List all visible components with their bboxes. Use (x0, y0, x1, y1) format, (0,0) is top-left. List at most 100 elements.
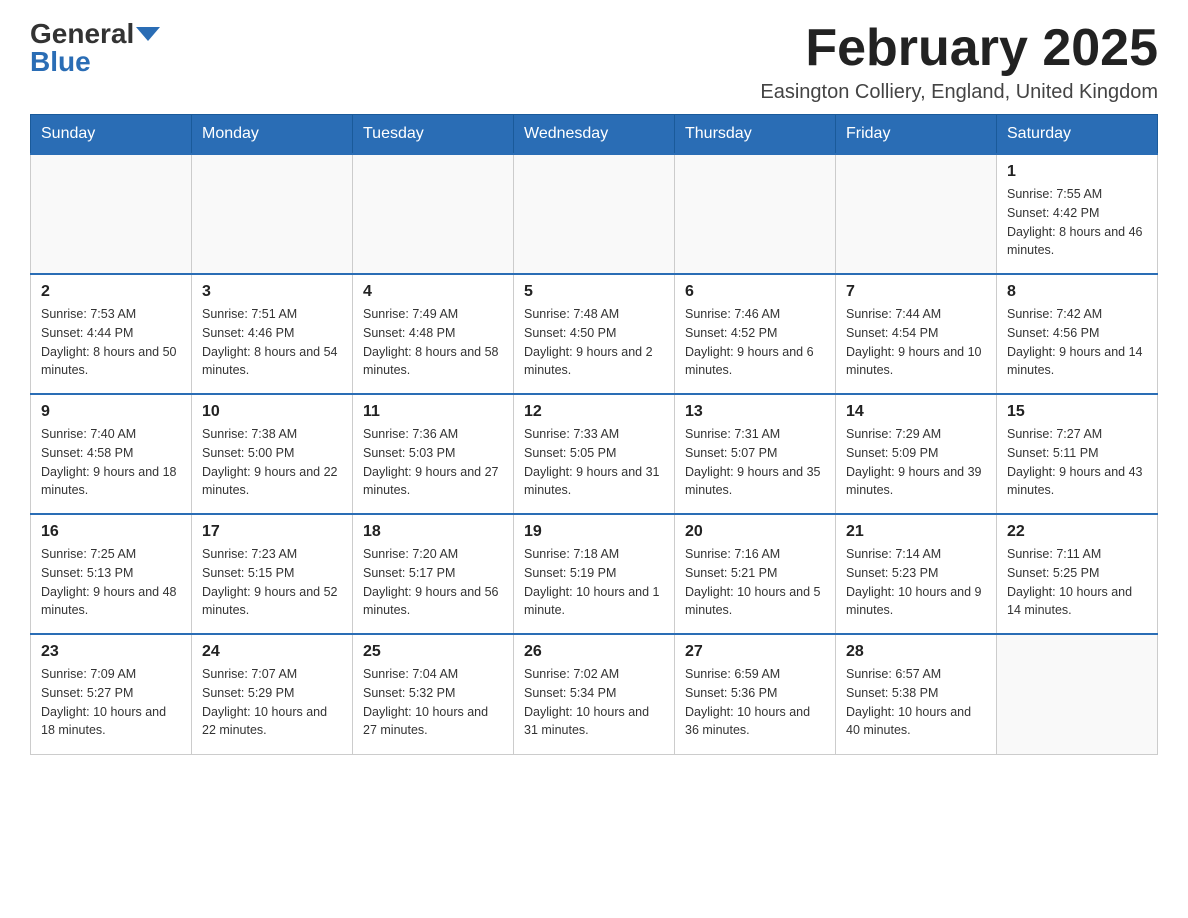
day-number: 23 (41, 643, 181, 661)
day-number: 19 (524, 523, 664, 541)
calendar-cell: 19 Sunrise: 7:18 AMSunset: 5:19 PMDayligh… (514, 514, 675, 634)
day-number: 28 (846, 643, 986, 661)
day-info: Sunrise: 7:14 AMSunset: 5:23 PMDaylight:… (846, 545, 986, 620)
day-info: Sunrise: 7:55 AMSunset: 4:42 PMDaylight:… (1007, 185, 1147, 260)
day-number: 1 (1007, 163, 1147, 181)
day-info: Sunrise: 7:09 AMSunset: 5:27 PMDaylight:… (41, 665, 181, 740)
logo-general: General (30, 20, 134, 48)
day-number: 12 (524, 403, 664, 421)
day-info: Sunrise: 7:40 AMSunset: 4:58 PMDaylight:… (41, 425, 181, 500)
calendar-week-3: 9 Sunrise: 7:40 AMSunset: 4:58 PMDaylight… (31, 394, 1158, 514)
calendar-week-5: 23 Sunrise: 7:09 AMSunset: 5:27 PMDayligh… (31, 634, 1158, 754)
header-sunday: Sunday (31, 115, 192, 155)
calendar-cell: 14Sunrise: 7:29 AMSunset: 5:09 PMDayligh… (836, 394, 997, 514)
day-number: 9 (41, 403, 181, 421)
day-info: Sunrise: 7:38 AMSunset: 5:00 PMDaylight:… (202, 425, 342, 500)
calendar-table: SundayMondayTuesdayWednesdayThursdayFrid… (30, 114, 1158, 755)
day-number: 16 (41, 523, 181, 541)
day-info: Sunrise: 7:27 AMSunset: 5:11 PMDaylight:… (1007, 425, 1147, 500)
day-number: 7 (846, 283, 986, 301)
calendar-cell: 8 Sunrise: 7:42 AMSunset: 4:56 PMDaylight… (997, 274, 1158, 394)
calendar-cell: 3 Sunrise: 7:51 AMSunset: 4:46 PMDaylight… (192, 274, 353, 394)
calendar-cell: 10Sunrise: 7:38 AMSunset: 5:00 PMDayligh… (192, 394, 353, 514)
day-number: 20 (685, 523, 825, 541)
calendar-cell: 9 Sunrise: 7:40 AMSunset: 4:58 PMDaylight… (31, 394, 192, 514)
calendar-cell: 6 Sunrise: 7:46 AMSunset: 4:52 PMDaylight… (675, 274, 836, 394)
day-number: 17 (202, 523, 342, 541)
day-number: 11 (363, 403, 503, 421)
calendar-cell: 1 Sunrise: 7:55 AMSunset: 4:42 PMDaylight… (997, 154, 1158, 274)
header-thursday: Thursday (675, 115, 836, 155)
calendar-cell (192, 154, 353, 274)
day-number: 18 (363, 523, 503, 541)
day-number: 13 (685, 403, 825, 421)
calendar-cell (836, 154, 997, 274)
calendar-cell: 13Sunrise: 7:31 AMSunset: 5:07 PMDayligh… (675, 394, 836, 514)
calendar-cell: 7 Sunrise: 7:44 AMSunset: 4:54 PMDaylight… (836, 274, 997, 394)
day-info: Sunrise: 7:44 AMSunset: 4:54 PMDaylight:… (846, 305, 986, 380)
day-number: 24 (202, 643, 342, 661)
day-info: Sunrise: 7:46 AMSunset: 4:52 PMDaylight:… (685, 305, 825, 380)
calendar-cell: 28 Sunrise: 6:57 AMSunset: 5:38 PMDayligh… (836, 634, 997, 754)
day-info: Sunrise: 6:59 AMSunset: 5:36 PMDaylight:… (685, 665, 825, 740)
day-number: 14 (846, 403, 986, 421)
day-info: Sunrise: 7:48 AMSunset: 4:50 PMDaylight:… (524, 305, 664, 380)
day-info: Sunrise: 7:23 AMSunset: 5:15 PMDaylight:… (202, 545, 342, 620)
day-number: 22 (1007, 523, 1147, 541)
logo-triangle-icon (136, 27, 160, 41)
day-info: Sunrise: 7:18 AMSunset: 5:19 PMDaylight:… (524, 545, 664, 620)
location-title: Easington Colliery, England, United King… (760, 81, 1158, 104)
day-info: Sunrise: 7:25 AMSunset: 5:13 PMDaylight:… (41, 545, 181, 620)
day-number: 27 (685, 643, 825, 661)
calendar-cell: 20 Sunrise: 7:16 AMSunset: 5:21 PMDayligh… (675, 514, 836, 634)
day-info: Sunrise: 7:36 AMSunset: 5:03 PMDaylight:… (363, 425, 503, 500)
calendar-cell: 27 Sunrise: 6:59 AMSunset: 5:36 PMDayligh… (675, 634, 836, 754)
day-info: Sunrise: 7:33 AMSunset: 5:05 PMDaylight:… (524, 425, 664, 500)
calendar-cell: 5 Sunrise: 7:48 AMSunset: 4:50 PMDaylight… (514, 274, 675, 394)
calendar-cell (675, 154, 836, 274)
day-info: Sunrise: 7:53 AMSunset: 4:44 PMDaylight:… (41, 305, 181, 380)
calendar-cell: 24Sunrise: 7:07 AMSunset: 5:29 PMDayligh… (192, 634, 353, 754)
calendar-header-row: SundayMondayTuesdayWednesdayThursdayFrid… (31, 115, 1158, 155)
day-number: 5 (524, 283, 664, 301)
day-info: Sunrise: 7:49 AMSunset: 4:48 PMDaylight:… (363, 305, 503, 380)
calendar-cell: 25 Sunrise: 7:04 AMSunset: 5:32 PMDayligh… (353, 634, 514, 754)
logo-blue: Blue (30, 48, 91, 76)
calendar-week-2: 2 Sunrise: 7:53 AMSunset: 4:44 PMDaylight… (31, 274, 1158, 394)
header-monday: Monday (192, 115, 353, 155)
day-info: Sunrise: 7:51 AMSunset: 4:46 PMDaylight:… (202, 305, 342, 380)
calendar-cell (514, 154, 675, 274)
calendar-cell: 23 Sunrise: 7:09 AMSunset: 5:27 PMDayligh… (31, 634, 192, 754)
day-number: 25 (363, 643, 503, 661)
day-info: Sunrise: 7:11 AMSunset: 5:25 PMDaylight:… (1007, 545, 1147, 620)
day-info: Sunrise: 7:42 AMSunset: 4:56 PMDaylight:… (1007, 305, 1147, 380)
header-wednesday: Wednesday (514, 115, 675, 155)
day-number: 2 (41, 283, 181, 301)
day-info: Sunrise: 7:20 AMSunset: 5:17 PMDaylight:… (363, 545, 503, 620)
calendar-cell (31, 154, 192, 274)
calendar-cell: 4 Sunrise: 7:49 AMSunset: 4:48 PMDaylight… (353, 274, 514, 394)
calendar-cell (997, 634, 1158, 754)
calendar-cell (353, 154, 514, 274)
day-number: 3 (202, 283, 342, 301)
page-header: General Blue February 2025 Easington Col… (30, 20, 1158, 104)
day-number: 8 (1007, 283, 1147, 301)
calendar-cell: 18 Sunrise: 7:20 AMSunset: 5:17 PMDayligh… (353, 514, 514, 634)
calendar-cell: 2 Sunrise: 7:53 AMSunset: 4:44 PMDaylight… (31, 274, 192, 394)
calendar-cell: 22 Sunrise: 7:11 AMSunset: 5:25 PMDayligh… (997, 514, 1158, 634)
day-info: Sunrise: 6:57 AMSunset: 5:38 PMDaylight:… (846, 665, 986, 740)
day-number: 4 (363, 283, 503, 301)
day-number: 6 (685, 283, 825, 301)
day-number: 26 (524, 643, 664, 661)
header-friday: Friday (836, 115, 997, 155)
header-saturday: Saturday (997, 115, 1158, 155)
header-tuesday: Tuesday (353, 115, 514, 155)
calendar-week-4: 16 Sunrise: 7:25 AMSunset: 5:13 PMDayligh… (31, 514, 1158, 634)
title-block: February 2025 Easington Colliery, Englan… (760, 20, 1158, 104)
calendar-cell: 21Sunrise: 7:14 AMSunset: 5:23 PMDayligh… (836, 514, 997, 634)
day-info: Sunrise: 7:04 AMSunset: 5:32 PMDaylight:… (363, 665, 503, 740)
calendar-cell: 26Sunrise: 7:02 AMSunset: 5:34 PMDayligh… (514, 634, 675, 754)
logo: General Blue (30, 20, 160, 76)
calendar-cell: 11 Sunrise: 7:36 AMSunset: 5:03 PMDayligh… (353, 394, 514, 514)
day-info: Sunrise: 7:16 AMSunset: 5:21 PMDaylight:… (685, 545, 825, 620)
